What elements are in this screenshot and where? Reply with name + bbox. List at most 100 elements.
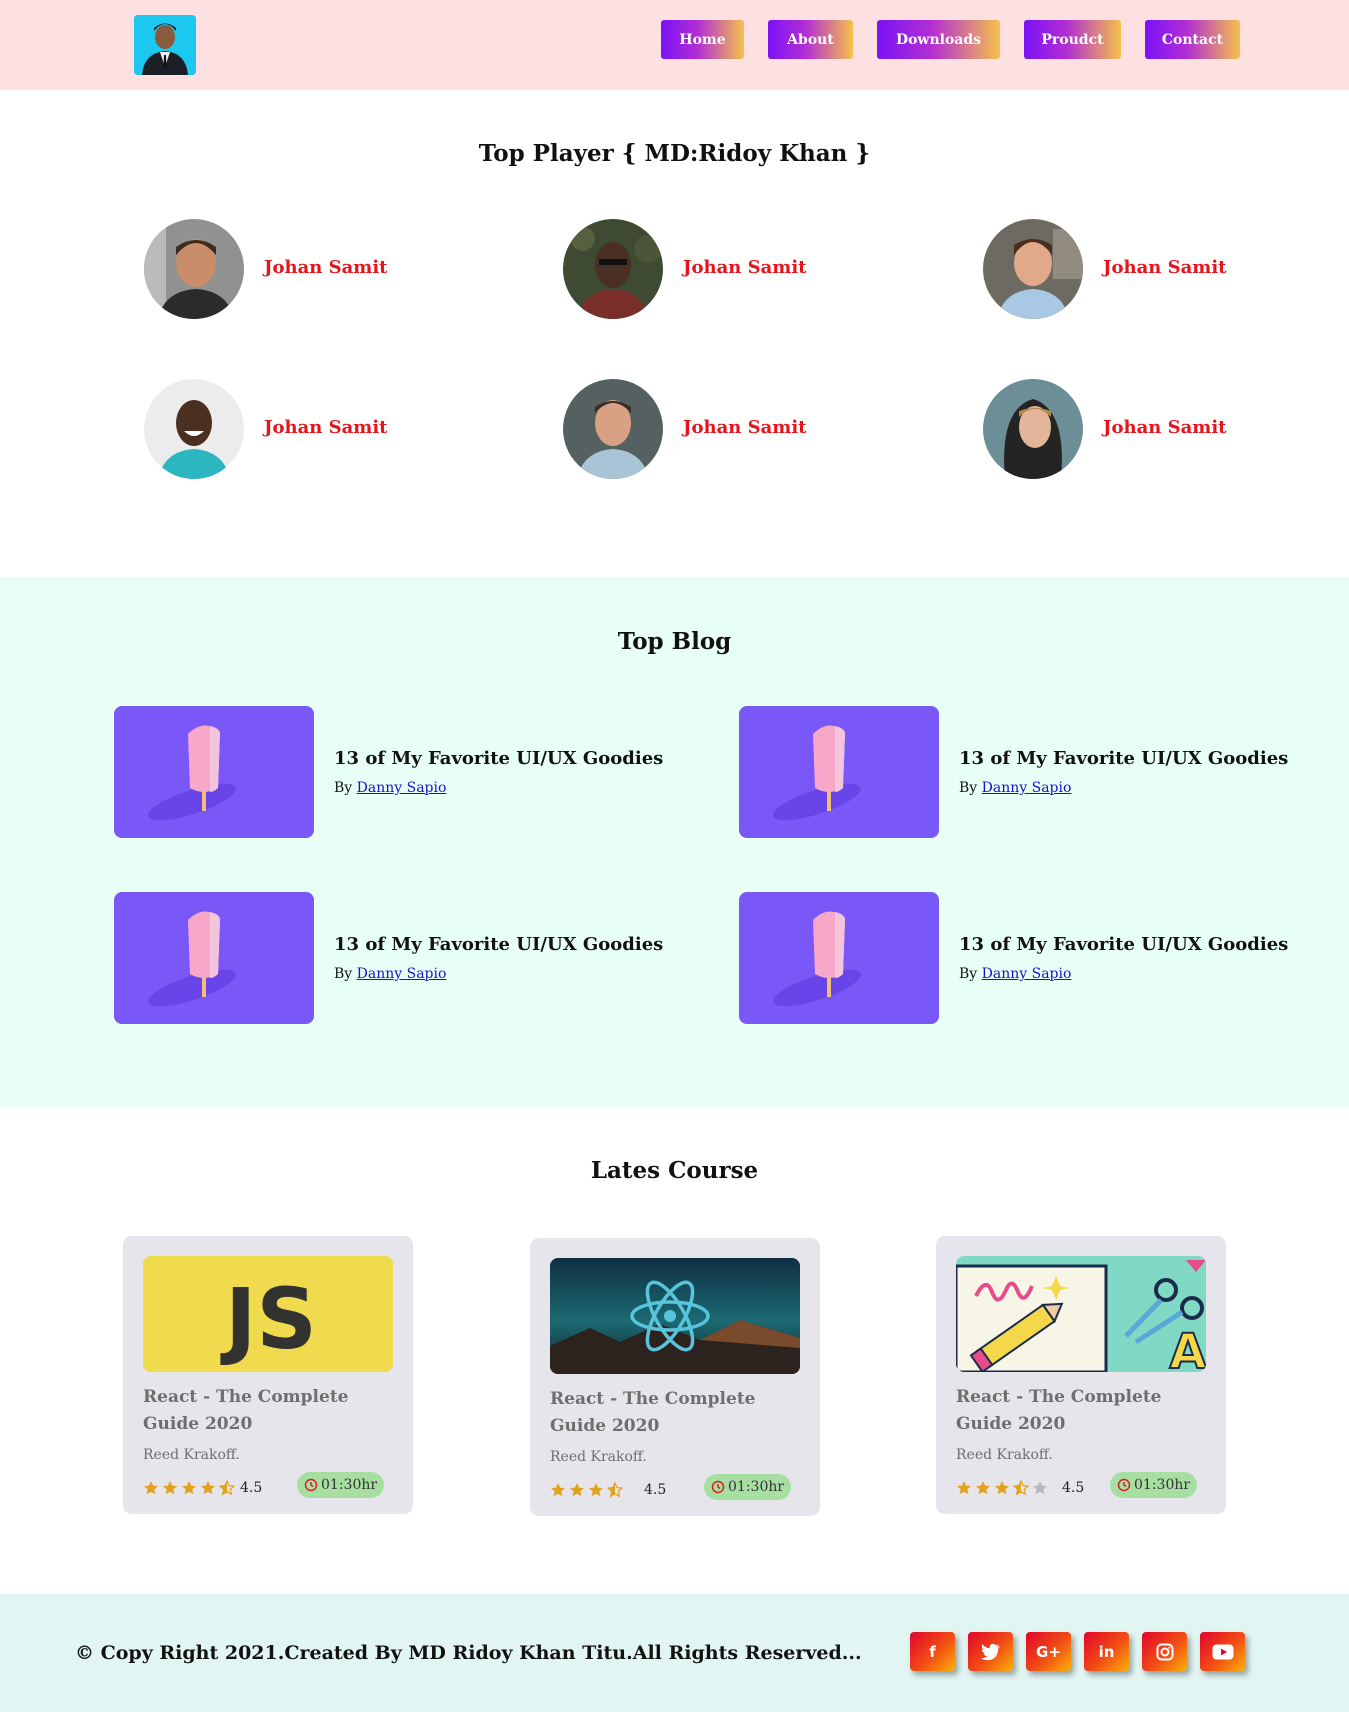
player-name: Johan Samit	[264, 257, 388, 278]
top-navbar: Home About Downloads Proudct Contact	[0, 0, 1349, 90]
blog-title[interactable]: 13 of My Favorite UI/UX Goodies	[959, 934, 1288, 955]
blog-popsicle-image	[114, 892, 314, 1024]
blog-card[interactable]: 13 of My Favorite UI/UX Goodies By Danny…	[739, 706, 1339, 838]
player-name: Johan Samit	[683, 417, 807, 438]
player-name: Johan Samit	[1103, 257, 1227, 278]
blog-card[interactable]: 13 of My Favorite UI/UX Goodies By Danny…	[739, 892, 1339, 1024]
clock-icon	[711, 1480, 725, 1494]
latest-course-heading: Lates Course	[590, 1157, 759, 1184]
nav-about-button[interactable]: About	[768, 20, 853, 59]
facebook-glyph: f	[929, 1642, 936, 1661]
star-rating: 4.5	[143, 1479, 262, 1497]
duration-text: 01:30hr	[321, 1477, 378, 1493]
blog-byline: By Danny Sapio	[334, 780, 446, 796]
star-full-icon	[995, 1481, 1009, 1495]
blog-author-link[interactable]: Danny Sapio	[982, 780, 1072, 796]
nav-contact-button[interactable]: Contact	[1145, 20, 1240, 59]
star-rating: 4.5	[956, 1479, 1084, 1497]
duration-text: 01:30hr	[728, 1479, 785, 1495]
star-full-icon	[163, 1481, 177, 1495]
course-author: Reed Krakoff.	[956, 1447, 1053, 1463]
player-avatar	[144, 219, 244, 319]
star-full-icon	[144, 1481, 158, 1495]
player-card[interactable]: Johan Samit	[983, 219, 1349, 319]
instagram-icon[interactable]	[1142, 1632, 1187, 1671]
blog-author-link[interactable]: Danny Sapio	[982, 966, 1072, 982]
letter-a-art: A	[1169, 1324, 1206, 1372]
blog-card[interactable]: 13 of My Favorite UI/UX Goodies By Danny…	[114, 706, 714, 838]
rating-value: 4.5	[240, 1480, 263, 1496]
nav-product-button[interactable]: Proudct	[1024, 20, 1121, 59]
player-avatar	[563, 219, 663, 319]
clock-icon	[1117, 1478, 1131, 1492]
star-half-icon	[607, 1482, 623, 1498]
duration-badge: 01:30hr	[1110, 1472, 1198, 1498]
player-card[interactable]: Johan Samit	[563, 219, 963, 319]
course-title[interactable]: React - The Complete Guide 2020	[550, 1386, 770, 1440]
course-title[interactable]: React - The Complete Guide 2020	[143, 1384, 363, 1438]
player-card[interactable]: Johan Samit	[563, 379, 963, 479]
player-name: Johan Samit	[264, 417, 388, 438]
blog-title[interactable]: 13 of My Favorite UI/UX Goodies	[334, 934, 663, 955]
star-full-icon	[976, 1481, 990, 1495]
blog-card[interactable]: 13 of My Favorite UI/UX Goodies By Danny…	[114, 892, 714, 1024]
player-card[interactable]: Johan Samit	[144, 379, 544, 479]
course-card[interactable]: A React - The Complete Guide 2020 Reed K…	[936, 1236, 1226, 1514]
byline-label: By	[334, 780, 353, 796]
blog-section	[0, 577, 1349, 1107]
star-full-icon	[570, 1483, 584, 1497]
facebook-icon[interactable]: f	[910, 1632, 955, 1671]
player-card[interactable]: Johan Samit	[983, 379, 1349, 479]
player-avatar	[563, 379, 663, 479]
youtube-icon[interactable]	[1200, 1632, 1245, 1671]
star-full-icon	[182, 1481, 196, 1495]
course-card[interactable]: React - The Complete Guide 2020 Reed Kra…	[530, 1238, 820, 1516]
blog-popsicle-image	[739, 706, 939, 838]
site-logo-avatar[interactable]	[134, 15, 196, 75]
star-half-icon	[219, 1480, 235, 1496]
copyright-text: © Copy Right 2021.Created By MD Ridoy Kh…	[75, 1642, 862, 1664]
blog-author-link[interactable]: Danny Sapio	[357, 780, 447, 796]
star-full-icon	[957, 1481, 971, 1495]
blog-popsicle-image	[739, 892, 939, 1024]
twitter-icon[interactable]	[968, 1632, 1013, 1671]
google-plus-icon[interactable]: G+	[1026, 1632, 1071, 1671]
byline-label: By	[959, 966, 978, 982]
clock-icon	[304, 1478, 318, 1492]
byline-label: By	[959, 780, 978, 796]
player-avatar	[144, 379, 244, 479]
blog-byline: By Danny Sapio	[959, 966, 1071, 982]
top-blog-heading: Top Blog	[617, 628, 732, 655]
nav-downloads-button[interactable]: Downloads	[877, 20, 1000, 59]
player-name: Johan Samit	[683, 257, 807, 278]
nav-home-button[interactable]: Home	[661, 20, 744, 59]
star-full-icon	[551, 1483, 565, 1497]
course-react-image	[550, 1258, 800, 1374]
player-card[interactable]: Johan Samit	[144, 219, 544, 319]
star-full-icon	[201, 1481, 215, 1495]
star-rating: 4.5	[550, 1481, 666, 1499]
course-design-image: A	[956, 1256, 1206, 1372]
linkedin-glyph: in	[1098, 1642, 1115, 1661]
duration-badge: 01:30hr	[297, 1472, 385, 1498]
course-card[interactable]: JS React - The Complete Guide 2020 Reed …	[123, 1236, 413, 1514]
player-avatar	[983, 379, 1083, 479]
blog-title[interactable]: 13 of My Favorite UI/UX Goodies	[959, 748, 1288, 769]
course-js-image: JS	[143, 1256, 393, 1372]
star-full-icon	[589, 1483, 603, 1497]
course-author: Reed Krakoff.	[143, 1447, 240, 1463]
duration-text: 01:30hr	[1134, 1477, 1191, 1493]
player-avatar	[983, 219, 1083, 319]
blog-title[interactable]: 13 of My Favorite UI/UX Goodies	[334, 748, 663, 769]
blog-popsicle-image	[114, 706, 314, 838]
top-player-heading: Top Player { MD:Ridoy Khan }	[478, 140, 871, 167]
blog-author-link[interactable]: Danny Sapio	[357, 966, 447, 982]
google-plus-glyph: G+	[1036, 1642, 1061, 1661]
linkedin-icon[interactable]: in	[1084, 1632, 1129, 1671]
rating-value: 4.5	[644, 1482, 667, 1498]
course-title[interactable]: React - The Complete Guide 2020	[956, 1384, 1176, 1438]
footer: © Copy Right 2021.Created By MD Ridoy Kh…	[0, 1594, 1349, 1712]
star-empty-icon	[1033, 1481, 1047, 1495]
blog-byline: By Danny Sapio	[959, 780, 1071, 796]
star-half-icon	[1013, 1480, 1029, 1496]
